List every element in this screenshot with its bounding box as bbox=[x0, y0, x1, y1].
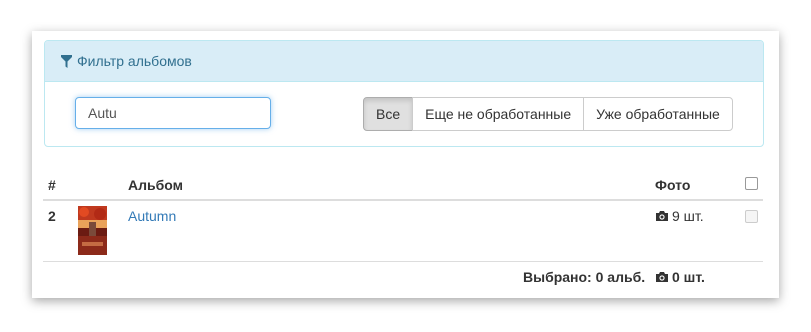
selected-photos-total: 0 шт. bbox=[655, 269, 705, 285]
column-header-album: Альбом bbox=[128, 177, 183, 193]
selected-photos-count: 0 шт. bbox=[672, 269, 705, 285]
row-divider bbox=[43, 261, 763, 262]
photo-count: 9 шт. bbox=[672, 208, 704, 224]
album-row: Autumn bbox=[128, 208, 176, 224]
photo-count-cell: 9 шт. bbox=[655, 208, 704, 224]
status-filter-group: Все Еще не обработанные Уже обработанные bbox=[363, 97, 733, 131]
row-checkbox[interactable] bbox=[745, 210, 758, 223]
header-divider bbox=[43, 199, 763, 201]
filter-panel: Фильтр альбомов Все Еще не обработанные … bbox=[44, 40, 764, 147]
camera-icon bbox=[656, 272, 668, 282]
filter-all-button[interactable]: Все bbox=[363, 97, 414, 131]
filter-panel-heading[interactable]: Фильтр альбомов bbox=[45, 41, 763, 82]
column-header-number: # bbox=[48, 177, 56, 193]
selected-albums-total: Выбрано: 0 альб. bbox=[523, 269, 646, 285]
album-thumbnail[interactable] bbox=[78, 206, 107, 255]
column-header-photo: Фото bbox=[655, 177, 691, 193]
albums-card: Фильтр альбомов Все Еще не обработанные … bbox=[32, 31, 779, 298]
filter-icon bbox=[61, 54, 72, 68]
row-number: 2 bbox=[48, 208, 56, 224]
select-all-checkbox[interactable] bbox=[745, 177, 758, 190]
album-link[interactable]: Autumn bbox=[128, 208, 176, 224]
filter-title: Фильтр альбомов bbox=[77, 53, 192, 69]
camera-icon bbox=[656, 211, 668, 221]
album-search-input[interactable] bbox=[75, 97, 271, 129]
filter-processed-button[interactable]: Уже обработанные bbox=[583, 97, 733, 131]
filter-unprocessed-button[interactable]: Еще не обработанные bbox=[412, 97, 585, 131]
